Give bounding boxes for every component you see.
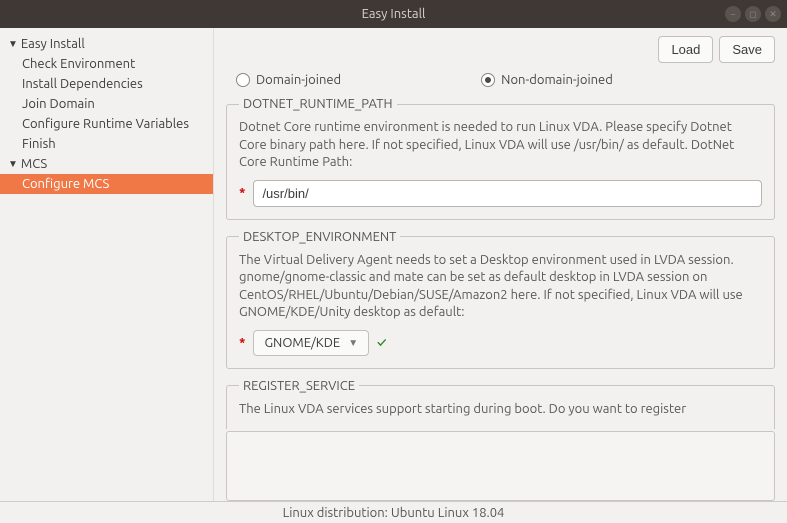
sidebar-item-configure-runtime-variables[interactable]: Configure Runtime Variables (0, 114, 213, 134)
radio-label: Non-domain-joined (501, 73, 613, 87)
required-marker: * (239, 336, 245, 350)
sidebar-item-configure-mcs[interactable]: Configure MCS (0, 174, 213, 194)
section-desktop-environment: DESKTOP_ENVIRONMENT The Virtual Delivery… (226, 230, 775, 369)
tree-group-label: Easy Install (21, 37, 85, 51)
sidebar-item-install-dependencies[interactable]: Install Dependencies (0, 74, 213, 94)
chevron-down-icon: ▼ (8, 158, 18, 170)
radio-on-icon (481, 73, 495, 87)
maximize-icon[interactable]: ◻ (745, 6, 761, 22)
load-button[interactable]: Load (658, 36, 713, 63)
radio-off-icon (236, 73, 250, 87)
tree-group-mcs[interactable]: ▼ MCS (0, 154, 213, 174)
tree-group-label: MCS (21, 157, 47, 171)
section-register-service: REGISTER_SERVICE The Linux VDA services … (226, 379, 775, 429)
sidebar-item-check-environment[interactable]: Check Environment (0, 54, 213, 74)
dotnet-path-input[interactable] (253, 180, 762, 207)
minimize-icon[interactable]: – (725, 6, 741, 22)
check-icon: ✓ (377, 336, 386, 350)
status-text: Linux distribution: Ubuntu Linux 18.04 (283, 506, 505, 520)
tree-group-easy-install[interactable]: ▼ Easy Install (0, 34, 213, 54)
save-button[interactable]: Save (719, 36, 775, 63)
close-icon[interactable]: ✕ (765, 6, 781, 22)
radio-non-domain-joined[interactable]: Non-domain-joined (481, 73, 613, 87)
window-title: Easy Install (362, 7, 426, 21)
dropdown-value: GNOME/KDE (264, 336, 340, 350)
window-controls: – ◻ ✕ (725, 6, 781, 22)
sidebar-item-join-domain[interactable]: Join Domain (0, 94, 213, 114)
desktop-environment-dropdown[interactable]: GNOME/KDE ▼ (253, 330, 369, 356)
form-scroll-area[interactable]: DOTNET_RUNTIME_PATH Dotnet Core runtime … (226, 97, 775, 429)
section-description: The Linux VDA services support starting … (239, 401, 762, 419)
section-description: The Virtual Delivery Agent needs to set … (239, 252, 762, 322)
section-legend: REGISTER_SERVICE (239, 379, 359, 393)
sidebar-item-finish[interactable]: Finish (0, 134, 213, 154)
chevron-down-icon: ▼ (348, 337, 358, 349)
section-dotnet-runtime-path: DOTNET_RUNTIME_PATH Dotnet Core runtime … (226, 97, 775, 220)
section-description: Dotnet Core runtime environment is neede… (239, 119, 762, 172)
chevron-down-icon: ▼ (8, 38, 18, 50)
sidebar: ▼ Easy Install Check Environment Install… (0, 28, 214, 501)
titlebar: Easy Install – ◻ ✕ (0, 0, 787, 28)
radio-label: Domain-joined (256, 73, 341, 87)
section-legend: DOTNET_RUNTIME_PATH (239, 97, 397, 111)
required-marker: * (239, 186, 245, 200)
bottom-panel (226, 431, 775, 501)
radio-domain-joined[interactable]: Domain-joined (236, 73, 341, 87)
main-panel: Load Save Domain-joined Non-domain-joine… (214, 28, 787, 501)
status-bar: Linux distribution: Ubuntu Linux 18.04 (0, 501, 787, 523)
section-legend: DESKTOP_ENVIRONMENT (239, 230, 400, 244)
